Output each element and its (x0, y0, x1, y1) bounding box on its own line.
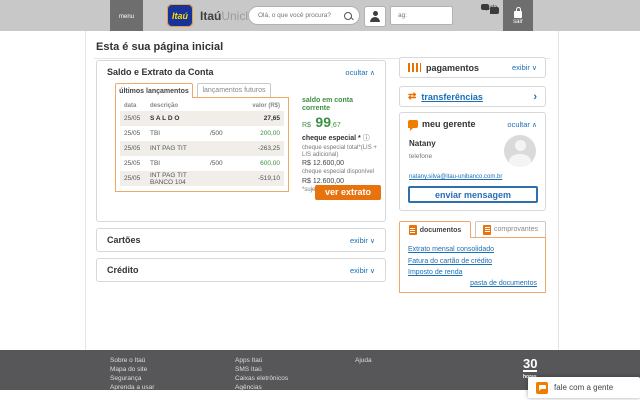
footer-link-seguranca[interactable]: Segurança (110, 374, 154, 383)
footer-link-agencias[interactable]: Agências (235, 383, 288, 392)
chevron-right-icon[interactable]: › (533, 91, 537, 103)
documentos-panel: Extrato mensal consolidado Fatura do car… (399, 237, 546, 293)
pagamentos-card: pagamentos exibir (399, 57, 546, 78)
search-input[interactable] (256, 11, 341, 20)
footer-link-mapa[interactable]: Mapa do site (110, 365, 154, 374)
doc-link-extrato-mensal[interactable]: Extrato mensal consolidado (408, 246, 537, 253)
extrato-card: Saldo e Extrato da Conta ocultar últimos… (96, 60, 386, 222)
cartoes-card: Cartões exibir (96, 228, 386, 252)
credito-exibir-link[interactable]: exibir (350, 266, 375, 275)
documentos-section: documentos comprovantes Extrato mensal c… (399, 221, 546, 293)
table-row: 25/05 INT PAG TIT BANCO 104 -519,10 (120, 171, 284, 186)
cheque-especial-title: cheque especial * (302, 133, 382, 143)
itau-logo[interactable]: Itaú (167, 4, 193, 27)
document-icon (408, 225, 417, 235)
lock-icon (513, 6, 523, 18)
footer-link-caixas[interactable]: Caixas eletrônicos (235, 374, 288, 383)
cartoes-exibir-link[interactable]: exibir (350, 236, 375, 245)
fale-com-a-gente-button[interactable]: fale com a gente (528, 377, 640, 398)
col-descricao: descrição (150, 103, 179, 109)
table-row: 25/05 S A L D O 27,65 (120, 111, 284, 126)
header: menu Itaú ItaúUniclass ajuda sair (0, 0, 640, 31)
tab-ultimos-label: últimos lançamentos (119, 87, 189, 95)
menu-label: menu (118, 13, 134, 20)
logout-button[interactable]: sair (503, 0, 533, 31)
tab-comprovantes-label: comprovantes (494, 226, 538, 233)
document-icon (483, 224, 492, 235)
balance-summary: saldo em conta corrente R$ 99,67 cheque … (302, 97, 382, 193)
itau-homepage: menu Itaú ItaúUniclass ajuda sair Esta é… (0, 0, 640, 400)
cheque-disp-value: R$ 12.600,00 (302, 177, 345, 185)
footer-column-1: Sobre o Itaú Mapa do site Segurança Apre… (110, 356, 154, 392)
table-row: 25/05 TBI /500 200,00 (124, 130, 280, 137)
footer-column-3: Ajuda (355, 356, 372, 365)
page-title: Esta é sua página inicial (96, 41, 224, 53)
cheque-total-label: cheque especial total*(LIS + LIS adicion… (302, 145, 377, 158)
enviar-mensagem-button[interactable]: enviar mensagem (408, 186, 538, 203)
gerente-card: meu gerente ocultar Natany telefone nata… (399, 112, 546, 211)
table-row: 25/05 INT PAG TIT -263,25 (120, 141, 284, 156)
main-content: Esta é sua página inicial Saldo e Extrat… (85, 31, 559, 350)
pagamentos-title: pagamentos (426, 62, 480, 73)
pasta-de-documentos-link[interactable]: pasta de documentos (470, 280, 537, 287)
help-button[interactable]: ajuda (477, 4, 503, 29)
extrato-card-title: Saldo e Extrato da Conta (107, 67, 214, 77)
tab-futuros-label: lançamentos futuros (202, 87, 266, 94)
doc-link-fatura-cartao[interactable]: Fatura do cartão de crédito (408, 258, 537, 265)
itau-logo-text: Itaú (171, 10, 188, 21)
logout-label: sair (513, 18, 523, 25)
gerente-title: meu gerente (422, 119, 476, 129)
search-icon[interactable] (344, 11, 352, 20)
credito-title: Crédito (107, 265, 139, 275)
statement-table-header: data descrição valor (R$) (120, 101, 284, 111)
user-button[interactable] (364, 6, 386, 27)
chat-label: fale com a gente (554, 383, 614, 392)
footer-link-sobre[interactable]: Sobre o Itaú (110, 356, 154, 365)
footer-column-2: Apps Itaú SMS Itaú Caixas eletrônicos Ag… (235, 356, 288, 392)
person-icon (369, 11, 381, 22)
footer-link-apps[interactable]: Apps Itaú (235, 356, 288, 365)
tab-ultimos-lancamentos[interactable]: últimos lançamentos (115, 83, 193, 98)
credito-card: Crédito exibir (96, 258, 386, 282)
manager-name: Natany (409, 139, 436, 148)
statement-panel: data descrição valor (R$) 25/05 S A L D … (115, 97, 289, 192)
gerente-hide-link[interactable]: ocultar (507, 120, 537, 129)
agency-field[interactable] (390, 6, 453, 25)
search-box[interactable] (248, 6, 360, 25)
ver-extrato-button[interactable]: ver extrato (315, 185, 381, 200)
chat-icon (536, 381, 548, 394)
pagamentos-exibir-link[interactable]: exibir (512, 63, 537, 72)
manager-email-link[interactable]: natany.silva@itau-unibanco.com.br (409, 174, 502, 180)
transferencias-link[interactable]: transferências (421, 92, 483, 102)
footer-link-aprenda[interactable]: Aprenda a usar (110, 383, 154, 392)
menu-button[interactable]: menu (110, 0, 143, 31)
table-row: 25/05 TBI /500 600,00 (124, 160, 280, 167)
doc-link-imposto-renda[interactable]: Imposto de renda (408, 269, 537, 276)
brand-bold: Itaú (200, 9, 222, 23)
chat-bubble-icon (408, 120, 418, 131)
barcode-icon (408, 63, 421, 72)
cheque-total-value: R$ 12.600,00 (302, 160, 345, 167)
saldo-label: saldo em conta corrente (302, 97, 353, 112)
tab-documentos-label: documentos (419, 226, 462, 234)
manager-avatar (504, 135, 536, 167)
saldo-value: R$ 99,67 (302, 114, 341, 130)
transferencias-card[interactable]: ⇄ transferências › (399, 86, 546, 107)
col-valor: valor (R$) (252, 103, 280, 109)
agency-input[interactable] (396, 11, 447, 20)
cartoes-title: Cartões (107, 235, 141, 245)
cheque-disp-label: cheque especial disponível (302, 169, 375, 175)
tab-comprovantes[interactable]: comprovantes (475, 221, 546, 238)
extrato-hide-link[interactable]: ocultar (345, 68, 375, 77)
tab-documentos[interactable]: documentos (399, 221, 471, 238)
manager-phone-label: telefone (409, 153, 433, 160)
tab-lancamentos-futuros[interactable]: lançamentos futuros (197, 83, 271, 98)
footer-link-sms[interactable]: SMS Itaú (235, 365, 288, 374)
footer-link-ajuda[interactable]: Ajuda (355, 356, 372, 365)
col-data: data (124, 103, 137, 109)
transfer-arrows-icon: ⇄ (408, 90, 417, 102)
